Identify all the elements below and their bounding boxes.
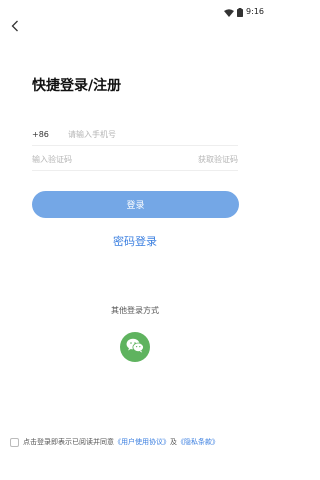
code-input[interactable]: 输入验证码	[32, 154, 198, 165]
agreement-conjunction: 及	[170, 438, 177, 446]
status-bar: 9:16	[0, 0, 270, 17]
page-title: 快捷登录/注册	[32, 78, 122, 94]
agreement-prefix: 点击登录即表示已阅读并同意	[23, 438, 114, 446]
status-time: 9:16	[246, 7, 264, 16]
country-code-prefix[interactable]: +86	[32, 130, 68, 139]
chevron-left-icon	[11, 17, 19, 36]
battery-icon	[237, 2, 244, 21]
agreement-checkbox[interactable]	[10, 437, 19, 447]
wifi-icon	[224, 2, 235, 21]
privacy-link[interactable]: 《隐私条款》	[177, 438, 219, 446]
phone-row: +86 请输入手机号	[32, 124, 238, 146]
phone-input[interactable]: 请输入手机号	[68, 129, 116, 140]
get-code-button[interactable]: 获取验证码	[198, 154, 238, 165]
other-login-label: 其他登录方式	[111, 306, 159, 315]
code-row: 输入验证码 获取验证码	[32, 149, 238, 171]
agreement-text: 点击登录即表示已阅读并同意《用户使用协议》及《隐私条款》	[23, 437, 219, 447]
user-agreement-link[interactable]: 《用户使用协议》	[114, 438, 170, 446]
back-button[interactable]	[8, 18, 22, 34]
wechat-icon	[126, 338, 144, 357]
login-button[interactable]: 登录	[32, 191, 239, 218]
password-login-link[interactable]: 密码登录	[0, 233, 270, 249]
agreement-row: 点击登录即表示已阅读并同意《用户使用协议》及《隐私条款》	[10, 437, 219, 447]
status-indicators: 9:16	[224, 2, 264, 21]
wechat-login-button[interactable]	[120, 332, 150, 362]
